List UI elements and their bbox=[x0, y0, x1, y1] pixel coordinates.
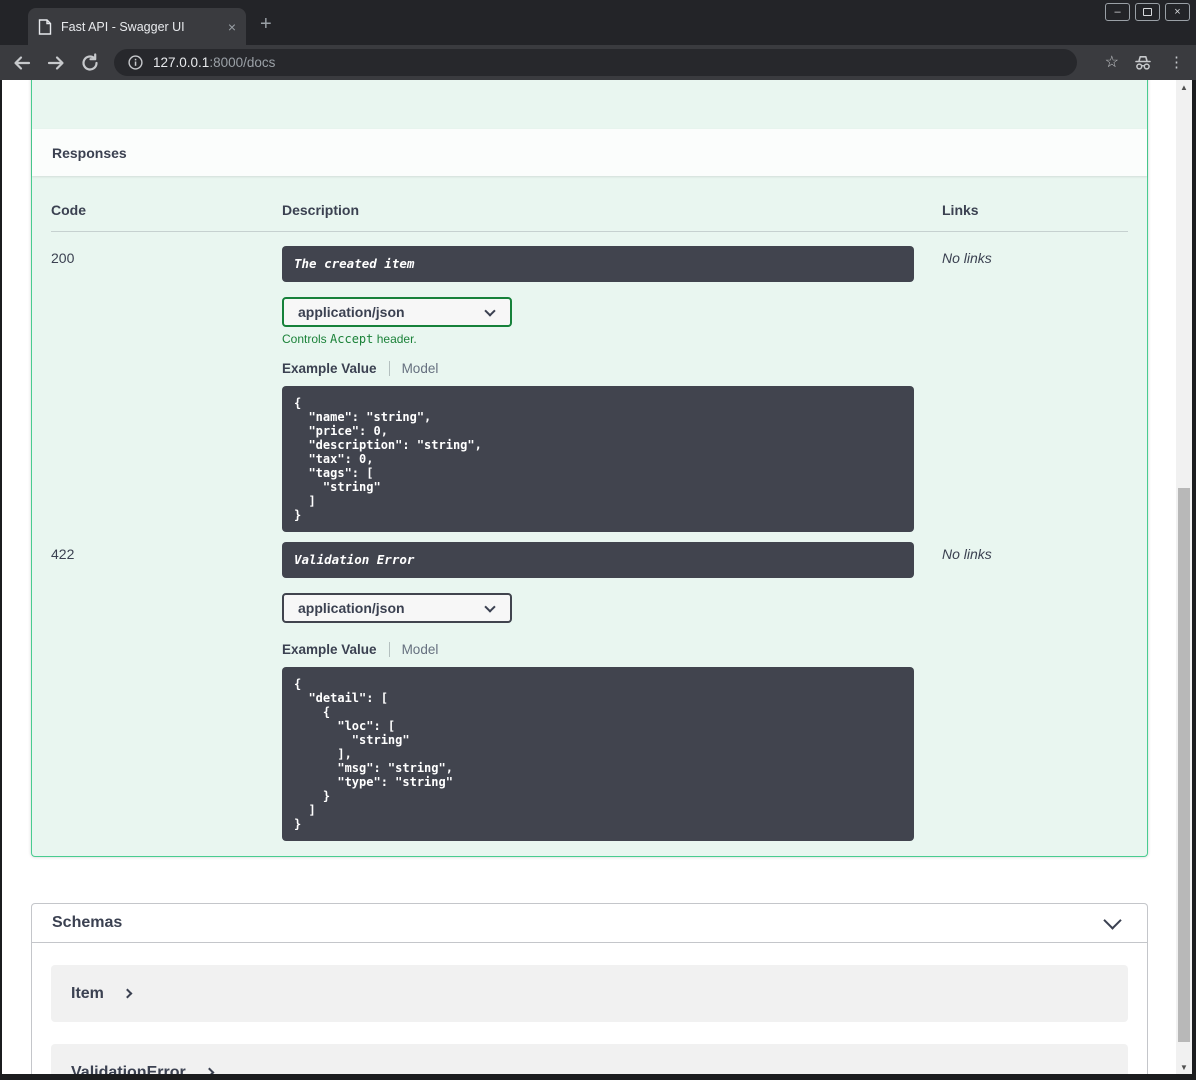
response-links: No links bbox=[942, 546, 992, 562]
close-button[interactable]: × bbox=[1165, 3, 1190, 21]
schema-item[interactable]: Item bbox=[51, 965, 1128, 1022]
response-row-200: 200 The created item application/json Co… bbox=[32, 232, 1147, 532]
url-path: :8000/docs bbox=[209, 55, 276, 70]
responses-title: Responses bbox=[52, 144, 127, 161]
schema-name: Item bbox=[71, 984, 104, 1002]
chevron-down-icon[interactable] bbox=[1103, 910, 1122, 930]
media-type-value: application/json bbox=[298, 600, 405, 616]
back-icon[interactable] bbox=[12, 53, 32, 73]
tab-model[interactable]: Model bbox=[402, 361, 439, 376]
incognito-icon bbox=[1135, 55, 1151, 70]
forward-icon[interactable] bbox=[46, 53, 66, 73]
accept-note-mono: Accept bbox=[330, 332, 374, 346]
accept-header-note: Controls Accept header. bbox=[282, 332, 942, 346]
reload-icon[interactable] bbox=[80, 52, 100, 73]
media-type-value: application/json bbox=[298, 304, 405, 320]
column-header-links: Links bbox=[942, 202, 979, 218]
response-description: Validation Error bbox=[282, 542, 914, 578]
tab-title: Fast API - Swagger UI bbox=[61, 19, 185, 34]
browser-tab[interactable]: Fast API - Swagger UI × bbox=[28, 8, 246, 45]
response-row-422: 422 Validation Error application/json Ex… bbox=[32, 532, 1147, 841]
chevron-down-icon bbox=[484, 601, 496, 613]
tab-example-value[interactable]: Example Value bbox=[282, 642, 390, 657]
response-code: 200 bbox=[51, 250, 75, 266]
media-type-select[interactable]: application/json bbox=[282, 297, 512, 327]
example-model-tabs: Example Value Model bbox=[282, 641, 942, 658]
maximize-button[interactable] bbox=[1135, 3, 1160, 21]
example-model-tabs: Example Value Model bbox=[282, 360, 942, 377]
window-border bbox=[1192, 80, 1196, 1074]
chevron-down-icon bbox=[484, 305, 496, 317]
browser-menu-icon[interactable]: ⋮ bbox=[1169, 55, 1184, 70]
bookmark-star-icon[interactable]: ☆ bbox=[1105, 54, 1119, 71]
scroll-down-icon[interactable]: ▼ bbox=[1176, 1060, 1192, 1074]
window-controls: – × bbox=[1105, 3, 1190, 21]
maximize-icon bbox=[1143, 8, 1152, 16]
responses-section-header: Responses bbox=[32, 129, 1147, 176]
browser-toolbar: 127.0.0.1:8000/docs ☆ ⋮ bbox=[0, 45, 1196, 80]
browser-window: Fast API - Swagger UI × + – × 127.0.0.1 … bbox=[0, 0, 1196, 1080]
responses-table-header: Code Description Links bbox=[51, 176, 1128, 232]
tab-example-value[interactable]: Example Value bbox=[282, 361, 390, 376]
response-description: The created item bbox=[282, 246, 914, 282]
schemas-section: Schemas Item ValidationError bbox=[31, 903, 1148, 1074]
opblock-post: Responses Code Description Links 200 The… bbox=[31, 80, 1148, 857]
schemas-title: Schemas bbox=[52, 914, 123, 931]
schema-name: ValidationError bbox=[71, 1063, 186, 1075]
response-code: 422 bbox=[51, 546, 75, 562]
accept-note-pre: Controls bbox=[282, 332, 331, 346]
address-bar[interactable]: 127.0.0.1:8000/docs bbox=[114, 49, 1077, 76]
chevron-right-icon bbox=[204, 1067, 215, 1074]
site-info-icon[interactable] bbox=[128, 55, 143, 70]
example-json-block: { "name": "string", "price": 0, "descrip… bbox=[282, 386, 914, 532]
response-links: No links bbox=[942, 250, 992, 266]
minimize-button[interactable]: – bbox=[1105, 3, 1130, 21]
example-json-block: { "detail": [ { "loc": [ "string" ], "ms… bbox=[282, 667, 914, 841]
titlebar: Fast API - Swagger UI × + – × bbox=[0, 0, 1196, 45]
page-icon bbox=[38, 18, 52, 35]
vertical-scrollbar[interactable]: ▲ ▼ bbox=[1176, 80, 1192, 1074]
chevron-right-icon bbox=[122, 988, 133, 999]
tab-close-icon[interactable]: × bbox=[228, 19, 236, 35]
accept-note-post: header. bbox=[373, 332, 417, 346]
url-host: 127.0.0.1 bbox=[153, 55, 210, 70]
scroll-up-icon[interactable]: ▲ bbox=[1176, 80, 1192, 94]
media-type-select[interactable]: application/json bbox=[282, 593, 512, 623]
tab-model[interactable]: Model bbox=[402, 642, 439, 657]
schema-validationerror[interactable]: ValidationError bbox=[51, 1044, 1128, 1074]
swagger-page: Responses Code Description Links 200 The… bbox=[2, 80, 1176, 1074]
column-header-code: Code bbox=[51, 202, 86, 218]
opblock-body-top bbox=[32, 80, 1147, 129]
column-header-description: Description bbox=[282, 202, 360, 218]
scrollbar-thumb[interactable] bbox=[1178, 488, 1190, 1042]
new-tab-button[interactable]: + bbox=[260, 14, 272, 34]
schemas-header[interactable]: Schemas bbox=[32, 904, 1147, 943]
